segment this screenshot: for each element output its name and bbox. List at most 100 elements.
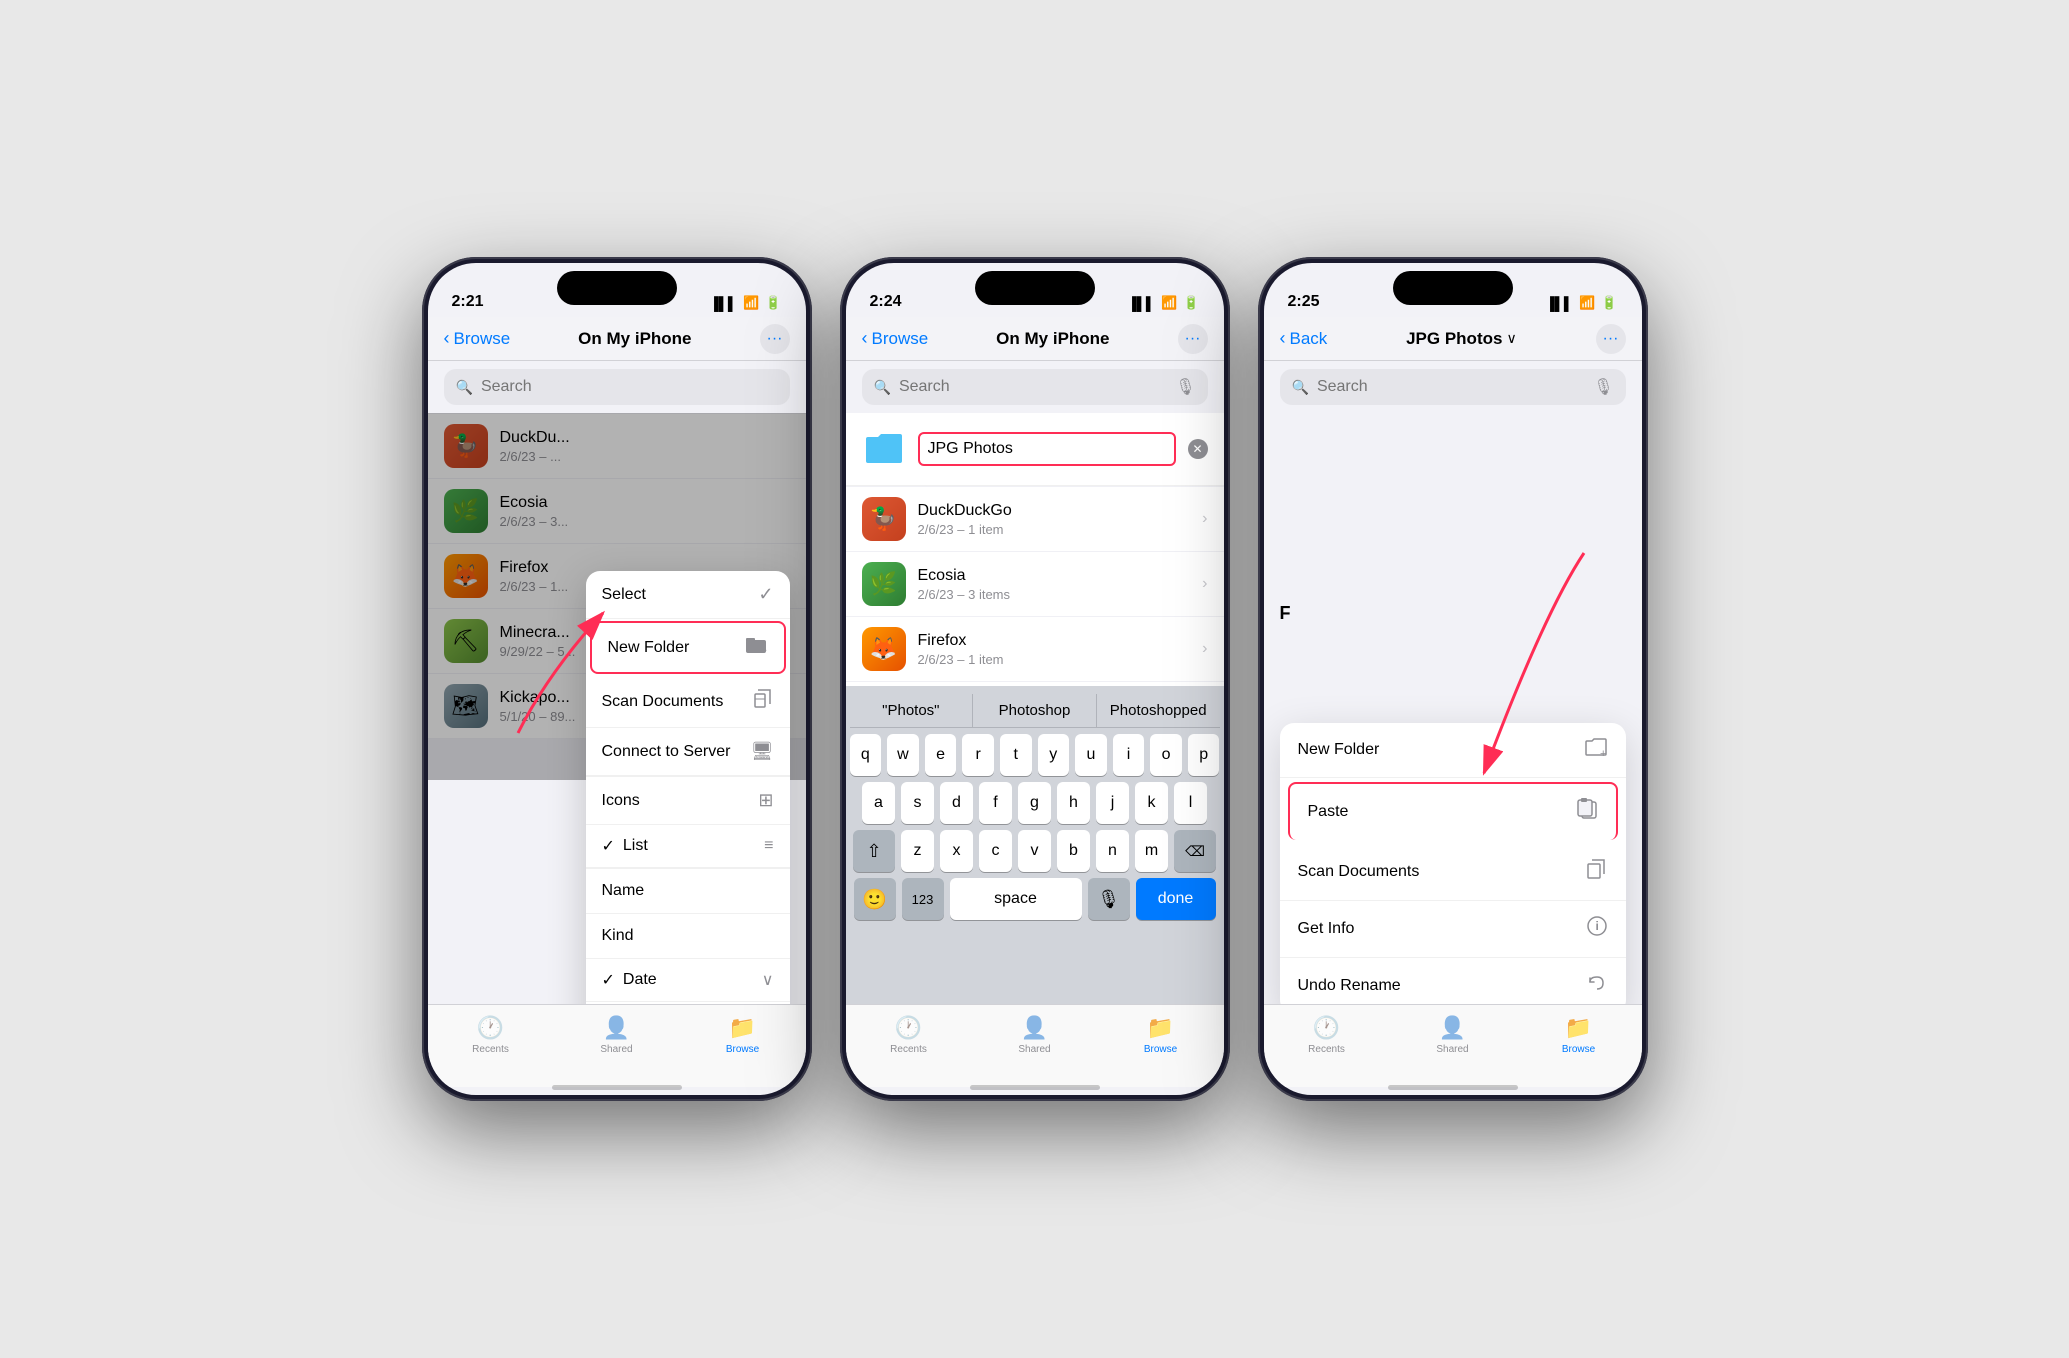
key-shift[interactable]: ⇧ <box>853 830 895 872</box>
clear-button[interactable]: ✕ <box>1188 439 1208 459</box>
more-button-1[interactable]: ··· <box>760 324 790 354</box>
key-m[interactable]: m <box>1135 830 1168 872</box>
menu3-item-new-folder[interactable]: New Folder + <box>1280 723 1626 778</box>
menu3-item-undo[interactable]: Undo Rename <box>1280 958 1626 1004</box>
paste-container: Paste <box>1280 778 1626 844</box>
key-d[interactable]: d <box>940 782 973 824</box>
key-delete[interactable]: ⌫ <box>1174 830 1216 872</box>
search-container-3: 🔍 🎙 <box>1264 361 1642 413</box>
key-done[interactable]: done <box>1136 878 1216 920</box>
menu3-item-info[interactable]: Get Info i <box>1280 901 1626 958</box>
menu-item-scan[interactable]: Scan Documents <box>586 676 790 728</box>
key-mic[interactable]: 🎙 <box>1088 878 1130 920</box>
search-bar-2[interactable]: 🔍 🎙 <box>862 369 1208 405</box>
key-r[interactable]: r <box>962 734 994 776</box>
home-bar-3 <box>1388 1085 1518 1090</box>
menu-label-date: Date <box>623 971 657 989</box>
screen-3: 2:25 ▐▌▌ 📶 🔋 ‹ Back JPG Photos ∨ ··· <box>1264 263 1642 1095</box>
suggestion-photoshopped[interactable]: Photoshopped <box>1097 694 1220 727</box>
shared-icon-3: 👤 <box>1439 1015 1466 1041</box>
suggestion-photos[interactable]: "Photos" <box>850 694 974 727</box>
file-icon-duckduckgo-2: 🦆 <box>862 497 906 541</box>
time-3: 2:25 <box>1288 293 1320 311</box>
tab-shared-2[interactable]: 👤 Shared <box>995 1015 1075 1055</box>
key-s[interactable]: s <box>901 782 934 824</box>
tab-recents-1[interactable]: 🕐 Recents <box>451 1015 531 1055</box>
menu-item-list[interactable]: ✓ List ≡ <box>586 825 790 868</box>
tab-recents-3[interactable]: 🕐 Recents <box>1287 1015 1367 1055</box>
menu3-item-paste[interactable]: Paste <box>1288 782 1618 840</box>
key-x[interactable]: x <box>940 830 973 872</box>
key-v[interactable]: v <box>1018 830 1051 872</box>
key-f[interactable]: f <box>979 782 1012 824</box>
menu-item-date[interactable]: ✓ Date ∨ <box>586 959 790 1002</box>
key-g[interactable]: g <box>1018 782 1051 824</box>
list-item[interactable]: 🦊 Firefox 2/6/23 – 1 item › <box>846 617 1224 682</box>
file-meta: 2/6/23 – 3... <box>500 514 790 529</box>
back-label-1[interactable]: Browse <box>454 329 511 349</box>
phone-2: 2:24 ▐▌▌ 📶 🔋 ‹ Browse On My iPhone ··· 🔍 <box>840 257 1230 1101</box>
key-q[interactable]: q <box>850 734 882 776</box>
list-item[interactable]: 🦆 DuckDuckGo 2/6/23 – 1 item › <box>846 486 1224 552</box>
checkmark-icon: ✓ <box>758 584 773 605</box>
key-b[interactable]: b <box>1057 830 1090 872</box>
tab-browse-2[interactable]: 📁 Browse <box>1121 1015 1201 1055</box>
key-p[interactable]: p <box>1188 734 1220 776</box>
more-button-2[interactable]: ··· <box>1178 324 1208 354</box>
suggestion-photoshop[interactable]: Photoshop <box>973 694 1097 727</box>
key-l[interactable]: l <box>1174 782 1207 824</box>
back-label-2[interactable]: Browse <box>872 329 929 349</box>
tab-browse-1[interactable]: 📁 Browse <box>703 1015 783 1055</box>
key-y[interactable]: y <box>1038 734 1070 776</box>
key-emoji[interactable]: 🙂 <box>854 878 896 920</box>
search-input-2[interactable] <box>899 378 1167 396</box>
key-k[interactable]: k <box>1135 782 1168 824</box>
context-menu-1: Select ✓ New Folder + <box>586 571 790 1004</box>
back-button-2[interactable]: ‹ Browse <box>862 328 929 349</box>
search-bar-1[interactable]: 🔍 <box>444 369 790 405</box>
menu-item-new-folder[interactable]: New Folder + <box>590 621 786 674</box>
key-a[interactable]: a <box>862 782 895 824</box>
menu-item-select[interactable]: Select ✓ <box>586 571 790 619</box>
search-input-3[interactable] <box>1317 378 1585 396</box>
svg-text:+: + <box>1600 748 1606 757</box>
key-j[interactable]: j <box>1096 782 1129 824</box>
list-item[interactable]: 🌿 Ecosia 2/6/23 – 3 items › <box>846 552 1224 617</box>
menu-item-icons[interactable]: Icons ⊞ <box>586 777 790 825</box>
key-n[interactable]: n <box>1096 830 1129 872</box>
search-input-1[interactable] <box>481 378 778 396</box>
menu-item-name[interactable]: Name <box>586 869 790 914</box>
search-bar-3[interactable]: 🔍 🎙 <box>1280 369 1626 405</box>
folder-name-field[interactable] <box>918 432 1176 466</box>
key-space[interactable]: space <box>950 878 1082 920</box>
key-o[interactable]: o <box>1150 734 1182 776</box>
tab-bar-2: 🕐 Recents 👤 Shared 📁 Browse <box>846 1004 1224 1087</box>
key-123[interactable]: 123 <box>902 878 944 920</box>
menu-item-size[interactable]: Size <box>586 1002 790 1004</box>
mic-icon-2[interactable]: 🎙 <box>1175 377 1195 397</box>
list-item[interactable]: 🌿 Ecosia 2/6/23 – 3... <box>428 479 806 544</box>
tab-browse-3[interactable]: 📁 Browse <box>1539 1015 1619 1055</box>
tab-shared-1[interactable]: 👤 Shared <box>577 1015 657 1055</box>
folder-name-input[interactable] <box>928 440 1166 458</box>
key-e[interactable]: e <box>925 734 957 776</box>
key-z[interactable]: z <box>901 830 934 872</box>
menu3-item-scan[interactable]: Scan Documents <box>1280 844 1626 901</box>
back-button-1[interactable]: ‹ Browse <box>444 328 511 349</box>
menu-item-kind[interactable]: Kind <box>586 914 790 959</box>
list-item[interactable]: 🦆 DuckDu... 2/6/23 – ... <box>428 413 806 479</box>
menu-item-server[interactable]: Connect to Server 🖥 <box>586 728 790 776</box>
back-button-3[interactable]: ‹ Back <box>1280 328 1328 349</box>
mic-icon-3[interactable]: 🎙 <box>1593 377 1613 397</box>
back-label-3[interactable]: Back <box>1290 329 1328 349</box>
key-i[interactable]: i <box>1113 734 1145 776</box>
folder-name-row: ✕ <box>846 413 1224 486</box>
key-w[interactable]: w <box>887 734 919 776</box>
key-t[interactable]: t <box>1000 734 1032 776</box>
tab-shared-3[interactable]: 👤 Shared <box>1413 1015 1493 1055</box>
tab-recents-2[interactable]: 🕐 Recents <box>869 1015 949 1055</box>
more-button-3[interactable]: ··· <box>1596 324 1626 354</box>
key-c[interactable]: c <box>979 830 1012 872</box>
key-h[interactable]: h <box>1057 782 1090 824</box>
key-u[interactable]: u <box>1075 734 1107 776</box>
